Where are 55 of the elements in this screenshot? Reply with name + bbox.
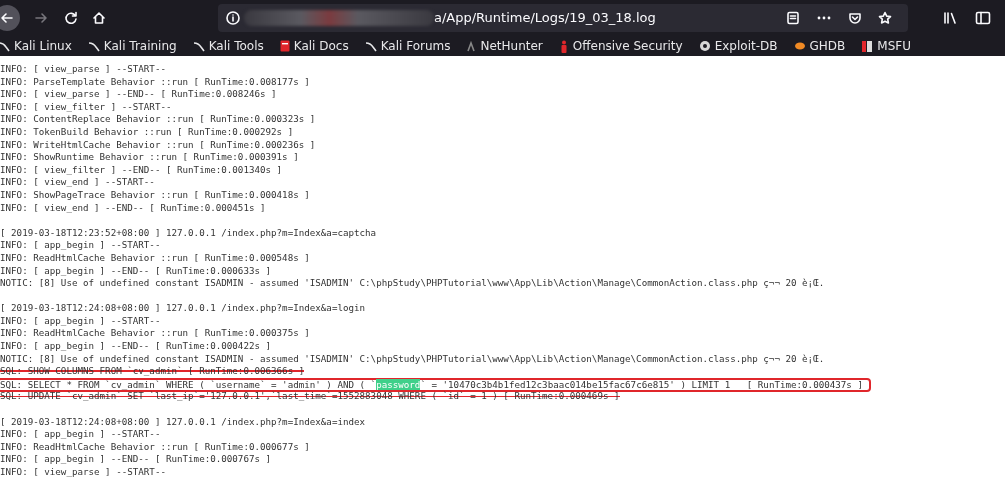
log-line: INFO: ParseTemplate Behavior ::run [ RunTime:0.008177s ] (0, 75, 310, 89)
log-line: INFO: [ view_filter ] --START-- (0, 100, 172, 114)
star-icon (878, 11, 892, 25)
log-line: [ 2019-03-18T12:23:52+08:00 ] 127.0.0.1 /index.php?m=Index&a=captcha (0, 226, 377, 240)
log-line: INFO: [ view_filter ] --END-- [ RunTime:0.001340s ] (0, 163, 283, 177)
log-line: INFO: ReadHtmlCache Behavior ::run [ RunTime:0.000548s ] (0, 251, 310, 265)
log-line: INFO: [ view_parse ] --START-- (0, 466, 166, 479)
disc-icon (698, 40, 711, 52)
log-line: INFO: [ app_begin ] --END-- [ RunTime:0.000633s ] (0, 264, 272, 278)
bookmark[interactable]: Kali Training (87, 37, 177, 55)
back-arrow-icon (0, 11, 14, 25)
library-button[interactable] (943, 11, 959, 25)
back-button[interactable] (0, 5, 20, 31)
log-line: INFO: ReadHtmlCache Behavior ::run [ RunTime:0.000375s ] (0, 327, 310, 341)
info-icon (226, 11, 240, 25)
log-line: INFO: [ app_begin ] --START-- (0, 314, 161, 328)
bookmark[interactable]: Kali Linux (0, 37, 72, 55)
bookmark[interactable]: GHDB (793, 37, 846, 55)
document-icon (279, 40, 290, 52)
sidebar-button[interactable] (975, 11, 991, 25)
log-line: [ 2019-03-18T12:24:08+08:00 ] 127.0.0.1 /index.php?m=Index&a=login (0, 302, 366, 315)
log-line: INFO: [ view_end ] --START-- (0, 176, 155, 189)
log-line: NOTIC: [8] Use of undefined constant ISADMIN - assumed 'ISADMIN' C:\phpStudy\PHPTutorial\www\App\Lib\Action\Manage\CommonAction.class.php ç¬¬ 20 è¡Œ. (0, 352, 825, 366)
reader-view-icon (786, 11, 800, 25)
log-line: SQL: SELECT * FROM `cv_admin` WHERE ( `username` = 'admin' ) AND ( `password` = '10470c3b4b1fed12c3baac014be15fac67c6e815' ) LIMIT 1 [ RunTime:0.000437s ] (0, 378, 863, 390)
log-line: [ 2019-03-18T12:24:08+08:00 ] 127.0.0.1 /index.php?m=Index&a=index (0, 415, 366, 429)
log-line: INFO: WriteHtmlCache Behavior ::run [ RunTime:0.000236s ] (0, 138, 316, 152)
bookmark[interactable]: Kali Tools (192, 37, 264, 55)
bookmark[interactable]: MSFU (861, 37, 911, 55)
log-line: INFO: ContentReplace Behavior ::run [ RunTime:0.000323s ] (0, 113, 316, 126)
log-line: INFO: [ view_end ] --END-- [ RunTime:0.000451s ] (0, 201, 266, 215)
bookmark[interactable]: Kali Docs (279, 37, 349, 55)
forward-arrow-icon (34, 11, 48, 25)
bookmark[interactable]: Exploit-DB (698, 37, 778, 55)
address-bar[interactable]: a/App/Runtime/Logs/19_03_18.log (218, 4, 908, 32)
log-line: INFO: [ app_begin ] --END-- [ RunTime:0.000767s ] (0, 453, 272, 466)
log-line: INFO: [ app_begin ] --START-- (0, 428, 161, 441)
log-line: NOTIC: [8] Use of undefined constant ISADMIN - assumed 'ISADMIN' C:\phpStudy\PHPTutorial\www\App\Lib\Action\Manage\CommonAction.class.php ç¬¬ 20 è¡Œ. (0, 277, 825, 290)
log-line: INFO: [ view_parse ] --END-- [ RunTime:0.008246s ] (0, 88, 277, 101)
sidebar-icon (975, 11, 991, 25)
pocket-icon (848, 11, 862, 25)
reload-icon (64, 11, 78, 25)
url-text: a/App/Runtime/Logs/19_03_18.log (434, 9, 656, 28)
log-line: INFO: [ view_parse ] --START-- (0, 63, 166, 76)
log-line: INFO: ShowPageTrace Behavior ::run [ RunTime:0.000418s ] (0, 188, 310, 202)
bookmark[interactable]: Kali Forums (364, 37, 451, 55)
bookmark[interactable]: Offensive Security (558, 37, 683, 55)
home-icon (92, 11, 106, 25)
log-line: INFO: [ app_begin ] --START-- (0, 239, 161, 252)
bookmark[interactable]: NetHunter (466, 37, 543, 55)
library-icon (943, 11, 959, 25)
log-line: INFO: TokenBuild Behavior ::run [ RunTime:0.000292s ] (0, 125, 294, 139)
log-line: INFO: ReadHtmlCache Behavior ::run [ RunTime:0.000677s ] (0, 440, 310, 454)
log-line: INFO: ShowRuntime Behavior ::run [ RunTime:0.000391s ] (0, 151, 299, 164)
log-line: INFO: [ app_begin ] --END-- [ RunTime:0.000422s ] (0, 340, 272, 353)
